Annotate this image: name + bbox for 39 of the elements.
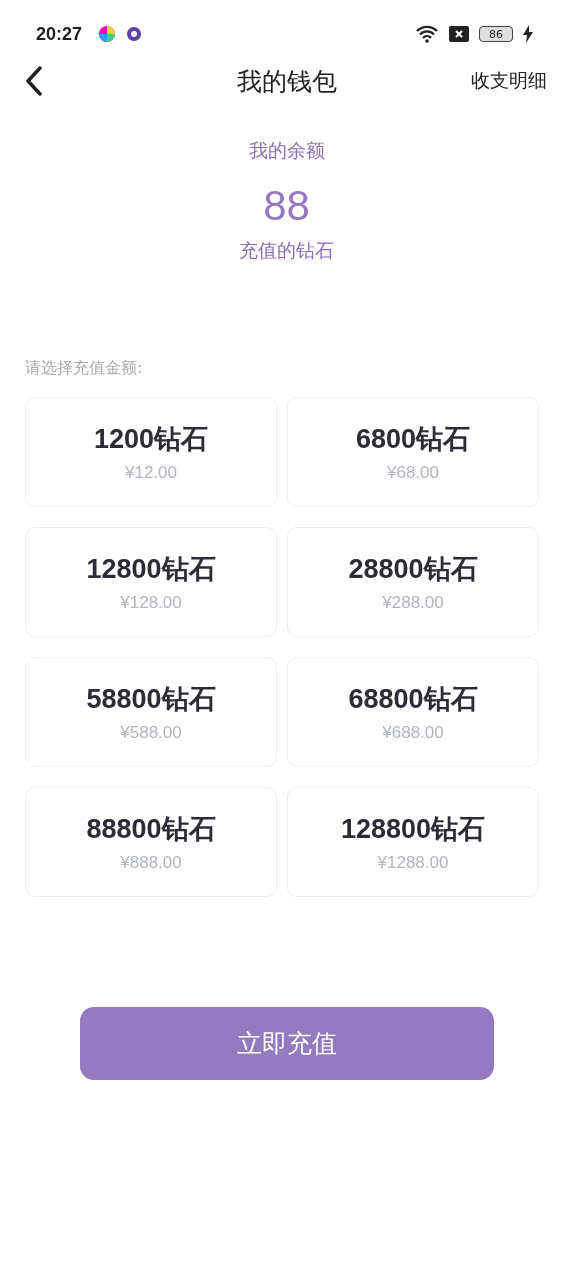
battery-icon: 86 [479,26,513,42]
balance-amount: 88 [263,182,310,230]
package-price: ¥888.00 [120,853,182,873]
package-price: ¥588.00 [120,723,182,743]
app-icon [126,26,143,42]
diamond-amount: 28800钻石 [348,553,478,586]
package-card[interactable]: 58800钻石 ¥588.00 [25,657,277,767]
package-price: ¥1288.00 [377,853,449,873]
app-icon [98,25,117,43]
page-title: 我的钱包 [235,65,338,98]
recharge-button[interactable]: 立即充值 [79,1007,494,1080]
diamond-amount: 128800钻石 [340,813,486,846]
package-price: ¥128.00 [120,593,182,613]
no-sim-icon [449,26,469,42]
diamond-amount: 68800钻石 [348,683,478,716]
package-card[interactable]: 1200钻石 ¥12.00 [25,397,277,507]
package-price: ¥288.00 [382,593,444,613]
diamond-amount: 1200钻石 [93,423,209,456]
package-card[interactable]: 68800钻石 ¥688.00 [287,657,539,767]
diamond-amount: 58800钻石 [86,683,216,716]
package-card[interactable]: 28800钻石 ¥288.00 [287,527,539,637]
transactions-link[interactable]: 收支明细 [471,68,547,94]
balance-unit: 充值的钻石 [239,238,334,263]
package-price: ¥68.00 [387,463,439,483]
diamond-amount: 6800钻石 [355,423,471,456]
package-card[interactable]: 88800钻石 ¥888.00 [25,787,277,897]
package-price: ¥688.00 [382,723,444,743]
status-time: 20:27 [36,23,83,45]
amount-prompt: 请选择充值金额: [25,358,144,379]
package-card[interactable]: 12800钻石 ¥128.00 [25,527,277,637]
wifi-icon [415,25,439,43]
package-card[interactable]: 6800钻石 ¥68.00 [287,397,539,507]
charging-icon [523,25,533,43]
diamond-amount: 12800钻石 [86,553,216,586]
back-icon[interactable] [24,66,44,96]
package-card[interactable]: 128800钻石 ¥1288.00 [287,787,539,897]
balance-label: 我的余额 [248,138,325,163]
package-price: ¥12.00 [125,463,177,483]
diamond-amount: 88800钻石 [86,813,216,846]
